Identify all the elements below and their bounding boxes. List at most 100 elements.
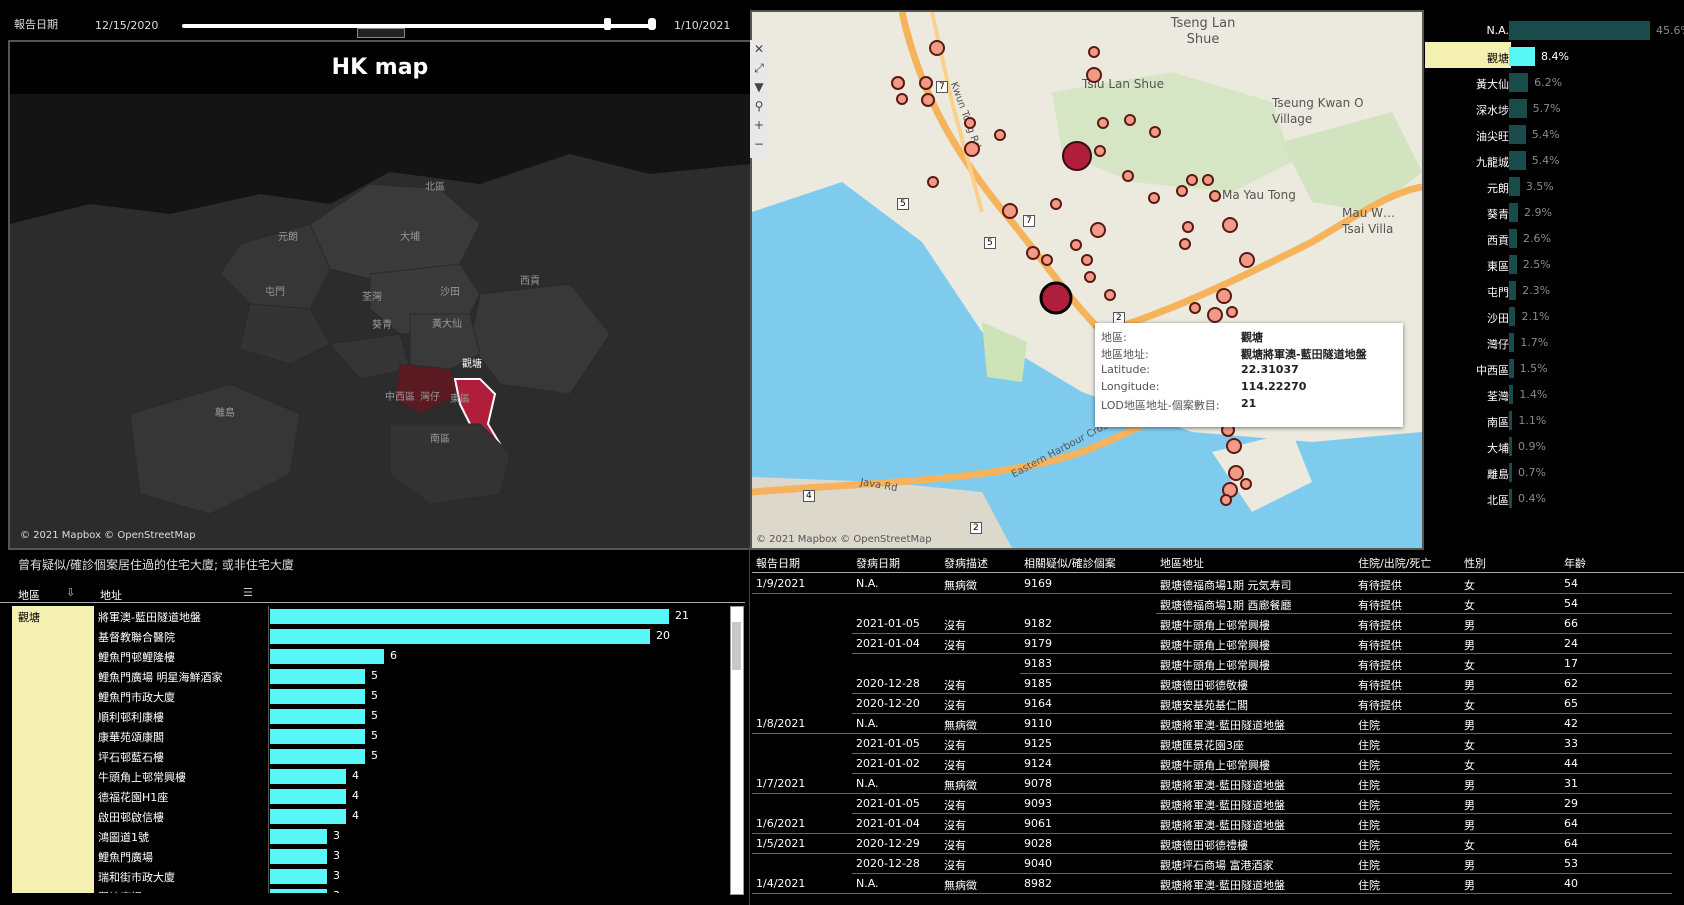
- filter-icon[interactable]: ⇩: [66, 586, 75, 599]
- building-row[interactable]: 鯉魚門市政大廈 5: [96, 686, 728, 706]
- slider-knob-left[interactable]: [604, 18, 611, 30]
- district-bar[interactable]: [1509, 203, 1518, 222]
- scrollbar-thumb[interactable]: [732, 622, 741, 670]
- column-header[interactable]: 報告日期: [756, 555, 800, 571]
- district-row[interactable]: 灣仔 1.7%: [1425, 330, 1684, 356]
- district-bar[interactable]: [1509, 333, 1515, 352]
- column-header[interactable]: 性別: [1464, 555, 1486, 571]
- building-bar[interactable]: [270, 729, 365, 744]
- slider-knob-right[interactable]: [648, 18, 656, 30]
- district-bar[interactable]: [1509, 229, 1518, 248]
- building-row[interactable]: 基督教聯合醫院 20: [96, 626, 728, 646]
- building-bar[interactable]: [270, 809, 346, 824]
- district-row[interactable]: 元朗 3.5%: [1425, 174, 1684, 200]
- building-bar[interactable]: [270, 649, 384, 664]
- building-row[interactable]: 觀塘廣場 3: [96, 886, 728, 893]
- column-header[interactable]: 地區地址: [1160, 555, 1204, 571]
- district-bar[interactable]: [1509, 255, 1517, 274]
- building-bar[interactable]: [270, 689, 365, 704]
- building-bar[interactable]: [270, 789, 346, 804]
- map-toolbar[interactable]: ✕ ⤢ ▼ ⚲ + −: [750, 40, 768, 158]
- district-bar[interactable]: [1509, 463, 1512, 482]
- building-row[interactable]: 鯉魚門廣場 明星海鮮酒家 5: [96, 666, 728, 686]
- district-bar[interactable]: [1509, 47, 1535, 66]
- zoom-in-icon[interactable]: +: [750, 116, 768, 135]
- table-row[interactable]: 1/4/2021 N.A. 無病徵 8982 觀塘將軍澳-藍田隧道地盤 住院 男 40: [752, 874, 1684, 894]
- district-bar[interactable]: [1509, 307, 1516, 326]
- district-bar[interactable]: [1509, 151, 1526, 170]
- district-row[interactable]: 油尖旺 5.4%: [1425, 122, 1684, 148]
- sort-icon[interactable]: ☰: [243, 586, 253, 599]
- building-row[interactable]: 鯉魚門廣場 3: [96, 846, 728, 866]
- building-row[interactable]: 坪石邨藍石樓 5: [96, 746, 728, 766]
- building-row[interactable]: 康華苑頌康閣 5: [96, 726, 728, 746]
- zoom-out-icon[interactable]: −: [750, 135, 768, 154]
- district-bar[interactable]: [1509, 99, 1527, 118]
- district-row[interactable]: 黃大仙 6.2%: [1425, 70, 1684, 96]
- district-row[interactable]: 南區 1.1%: [1425, 408, 1684, 434]
- table-row[interactable]: 1/9/2021 N.A. 無病徵 9169 觀塘德福商場1期 元気寿司 有待提供 女 54: [752, 574, 1684, 594]
- district-bar[interactable]: [1509, 73, 1529, 92]
- table-row[interactable]: 1/5/2021 2020-12-29 沒有 9028 觀塘德田邨德禮樓 住院 女 64: [752, 834, 1684, 854]
- table-row[interactable]: 2020-12-28 沒有 9185 觀塘德田邨德敬樓 有待提供 男 62: [752, 674, 1684, 694]
- column-header[interactable]: 住院/出院/死亡: [1358, 555, 1431, 571]
- building-bar[interactable]: [270, 709, 365, 724]
- building-bar[interactable]: [270, 609, 669, 624]
- building-bar[interactable]: [270, 829, 327, 844]
- table-row[interactable]: 2021-01-02 沒有 9124 觀塘牛頭角上邨常興樓 住院 女 44: [752, 754, 1684, 774]
- building-bar[interactable]: [270, 849, 327, 864]
- table-row[interactable]: 2021-01-05 沒有 9182 觀塘牛頭角上邨常興樓 有待提供 男 66: [752, 614, 1684, 634]
- district-row[interactable]: 沙田 2.1%: [1425, 304, 1684, 330]
- district-row[interactable]: 北區 0.4%: [1425, 486, 1684, 512]
- district-bar-chart[interactable]: N.A. 45.6% 觀塘 8.4% 黃大仙 6.2% 深水埗 5.7% 油尖旺 5.4% 九龍城 5…: [1425, 10, 1684, 545]
- column-header[interactable]: 年齡: [1564, 555, 1586, 571]
- table-row[interactable]: 2020-12-20 沒有 9164 觀塘安基苑基仁閣 有待提供 女 65: [752, 694, 1684, 714]
- district-row[interactable]: 屯門 2.3%: [1425, 278, 1684, 304]
- table-row[interactable]: 2021-01-04 沒有 9179 觀塘牛頭角上邨常興樓 有待提供 男 24: [752, 634, 1684, 654]
- building-row[interactable]: 瑞和街市政大廈 3: [96, 866, 728, 886]
- table-row[interactable]: 2021-01-05 沒有 9125 觀塘匯景花園3座 住院 女 33: [752, 734, 1684, 754]
- district-row[interactable]: 大埔 0.9%: [1425, 434, 1684, 460]
- district-row[interactable]: 九龍城 5.4%: [1425, 148, 1684, 174]
- building-row[interactable]: 鯉魚門邨鯉隆樓 6: [96, 646, 728, 666]
- cases-body[interactable]: 1/9/2021 N.A. 無病徵 9169 觀塘德福商場1期 元気寿司 有待提供女 54 觀…: [752, 574, 1684, 904]
- district-row[interactable]: 東區 2.5%: [1425, 252, 1684, 278]
- table-row[interactable]: 2020-12-28 沒有 9040 觀塘坪石商場 富港酒家 住院 男 53: [752, 854, 1684, 874]
- building-bar[interactable]: [270, 769, 346, 784]
- building-row[interactable]: 順利邨利康樓 5: [96, 706, 728, 726]
- table-row[interactable]: 2021-01-05 沒有 9093 觀塘將軍澳-藍田隧道地盤 住院 男 29: [752, 794, 1684, 814]
- district-bar[interactable]: [1509, 177, 1520, 196]
- district-row[interactable]: 荃灣 1.4%: [1425, 382, 1684, 408]
- building-bar[interactable]: [270, 749, 365, 764]
- district-bar[interactable]: [1509, 385, 1514, 404]
- table-row[interactable]: 9183 觀塘牛頭角上邨常興樓 有待提供 女 17: [752, 654, 1684, 674]
- column-header[interactable]: 發病描述: [944, 555, 988, 571]
- filter-icon[interactable]: ▼: [750, 78, 768, 97]
- building-row[interactable]: 將軍澳-藍田隧道地盤 21: [96, 606, 728, 626]
- building-bar[interactable]: [270, 629, 650, 644]
- district-bar[interactable]: [1509, 125, 1526, 144]
- building-row[interactable]: 啟田邨啟信樓 4: [96, 806, 728, 826]
- district-bar[interactable]: [1509, 411, 1513, 430]
- district-bar[interactable]: [1509, 359, 1514, 378]
- expand-icon[interactable]: ⤢: [750, 59, 768, 78]
- district-row[interactable]: 中西區 1.5%: [1425, 356, 1684, 382]
- case-markers[interactable]: [750, 10, 1420, 546]
- building-row[interactable]: 牛頭角上邨常興樓 4: [96, 766, 728, 786]
- district-bar[interactable]: [1509, 489, 1512, 508]
- column-header[interactable]: 相關疑似/確診個案: [1024, 555, 1116, 571]
- building-bar[interactable]: [270, 889, 327, 893]
- district-row[interactable]: 深水埗 5.7%: [1425, 96, 1684, 122]
- table-row[interactable]: 觀塘德福商場1期 酉廊餐廳 有待提供 女 54: [752, 594, 1684, 614]
- cases-table[interactable]: 報告日期 發病日期 發病描述 相關疑似/確診個案 地區地址 住院/出院/死亡 性別 年齡 1/…: [752, 552, 1684, 905]
- district-bar[interactable]: [1509, 281, 1517, 300]
- district-row[interactable]: 葵青 2.9%: [1425, 200, 1684, 226]
- building-row[interactable]: 德福花園H1座 4: [96, 786, 728, 806]
- district-row[interactable]: N.A. 45.6%: [1425, 18, 1684, 44]
- building-bar[interactable]: [270, 869, 327, 884]
- building-row[interactable]: 鴻圖道1號 3: [96, 826, 728, 846]
- table-row[interactable]: 1/7/2021 N.A. 無病徵 9078 觀塘將軍澳-藍田隧道地盤 住院 男 31: [752, 774, 1684, 794]
- district-row[interactable]: 觀塘 8.4%: [1425, 44, 1684, 70]
- slider-track[interactable]: [182, 24, 652, 28]
- building-bar[interactable]: [270, 669, 365, 684]
